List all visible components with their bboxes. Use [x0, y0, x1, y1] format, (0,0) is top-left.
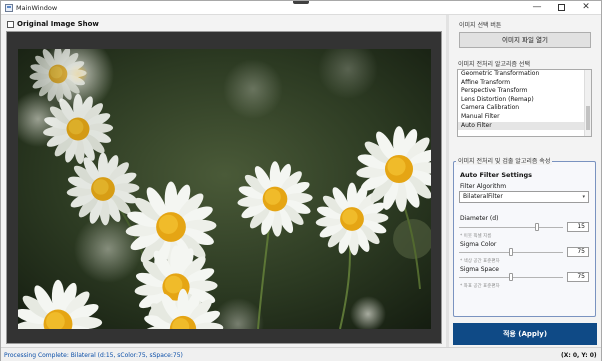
- diameter-spinbox[interactable]: 15: [567, 222, 589, 232]
- apply-button[interactable]: 적용 (Apply): [453, 323, 597, 345]
- original-image-checkbox[interactable]: [7, 20, 14, 28]
- list-item[interactable]: Geometric Transformation: [458, 70, 585, 79]
- diameter-slider-track[interactable]: [459, 227, 563, 228]
- panel-splitter[interactable]: [446, 15, 449, 347]
- sigma-space-hint: * 좌표 공간 표준편차: [460, 284, 500, 289]
- sigma-color-label: Sigma Color: [460, 241, 497, 248]
- filter-algorithm-select[interactable]: BilateralFilter ▾: [459, 191, 589, 203]
- file-section-label: 이미지 선택 버튼: [459, 22, 502, 29]
- daisy-photo: [18, 49, 431, 329]
- close-icon[interactable]: ✕: [576, 1, 596, 14]
- list-item[interactable]: Lens Distortion (Remap): [458, 96, 585, 105]
- processed-image: [18, 49, 431, 329]
- filter-algorithm-value: BilateralFilter: [463, 193, 503, 200]
- status-message: Processing Complete: Bilateral (d:15, sC…: [4, 352, 183, 359]
- diameter-slider-thumb[interactable]: [535, 223, 539, 231]
- filter-algorithm-label: Filter Algorithm: [460, 183, 507, 190]
- list-item[interactable]: Camera Calibration: [458, 104, 585, 113]
- minimize-icon[interactable]: —: [527, 1, 547, 14]
- sigma-color-hint: * 색상 공간 표준편차: [460, 259, 500, 264]
- main-window: MainWindow — ✕ Original Image Show 이미지 선…: [0, 0, 602, 361]
- maximize-icon[interactable]: [551, 1, 571, 14]
- diameter-label: Diameter (d): [460, 215, 499, 222]
- scrollbar-thumb[interactable]: [586, 106, 590, 130]
- sigma-color-slider-thumb[interactable]: [509, 248, 513, 256]
- list-item[interactable]: Manual Filter: [458, 113, 585, 122]
- sigma-space-label: Sigma Space: [460, 266, 499, 273]
- status-bar: Processing Complete: Bilateral (d:15, sC…: [1, 347, 601, 361]
- snap-handle[interactable]: [293, 1, 309, 4]
- list-item-selected[interactable]: Auto Filter: [458, 121, 585, 131]
- sigma-space-spinbox[interactable]: 75: [567, 272, 589, 282]
- algorithm-section-label: 이미지 전처리 알고리즘 선택: [458, 61, 530, 68]
- sigma-space-slider-thumb[interactable]: [509, 273, 513, 281]
- original-image-label: Original Image Show: [17, 20, 99, 28]
- properties-group-title: 이미지 전처리 및 검출 알고리즘 속성: [456, 156, 553, 165]
- chevron-down-icon: ▾: [582, 194, 585, 200]
- title-bar[interactable]: MainWindow — ✕: [1, 1, 601, 15]
- diameter-hint: * 이웃 픽셀 지름: [460, 234, 492, 239]
- sigma-color-spinbox[interactable]: 75: [567, 247, 589, 257]
- app-icon: [5, 4, 13, 12]
- open-file-button[interactable]: 이미지 파일 열기: [459, 32, 591, 48]
- original-image-toggle[interactable]: Original Image Show: [7, 19, 99, 29]
- algorithm-list[interactable]: Geometric Transformation Affine Transfor…: [457, 69, 592, 137]
- list-item[interactable]: Affine Transform: [458, 79, 585, 88]
- window-title: MainWindow: [16, 4, 58, 12]
- auto-filter-heading: Auto Filter Settings: [460, 171, 533, 179]
- image-viewer[interactable]: [6, 31, 442, 344]
- cursor-coordinates: (X: 0, Y: 0): [561, 352, 597, 359]
- list-item[interactable]: Perspective Transform: [458, 87, 585, 96]
- list-scrollbar[interactable]: [584, 70, 591, 136]
